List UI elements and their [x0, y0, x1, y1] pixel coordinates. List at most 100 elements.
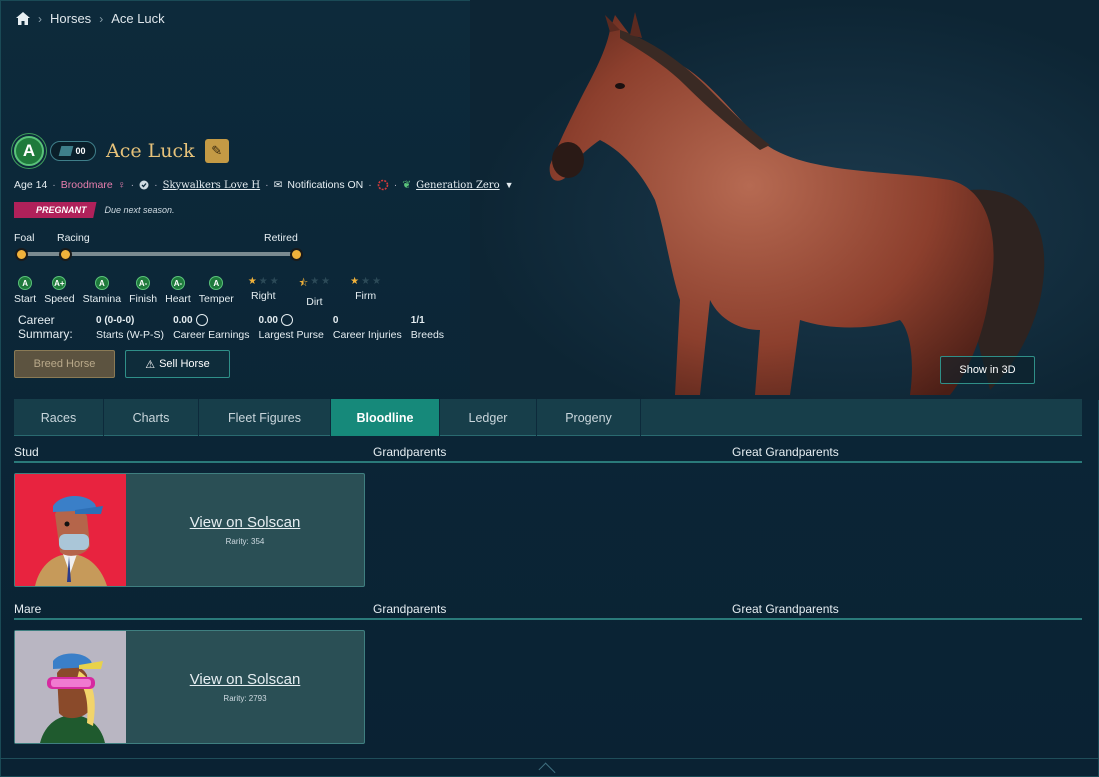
timeline-label-racing: Racing	[57, 232, 90, 244]
edit-name-button[interactable]: ✎	[204, 139, 229, 163]
grade-badge: A	[94, 276, 109, 290]
horse-3d-image	[470, 0, 1099, 400]
star-rating: ★ ★ ★	[350, 276, 381, 287]
bloodline-ring-icon	[377, 179, 389, 191]
bottom-divider	[0, 758, 1099, 759]
great-grandparents-heading: Great Grandparents	[732, 602, 839, 616]
stat-label: Start	[14, 293, 37, 305]
star-icon: ★	[372, 276, 382, 287]
career-label: Largest Purse	[258, 329, 324, 341]
career-starts: 0 (0-0-0) Starts (W-P-S)	[96, 313, 165, 342]
stats-row: A Start A+ Speed A Stamina A- Finish A- Heart…	[14, 276, 389, 308]
stud-rarity: Rarity: 354	[225, 537, 265, 546]
tab-fleet-figures[interactable]: Fleet Figures	[199, 399, 331, 436]
star-rating: ★ ★ ★	[248, 276, 279, 287]
star-rating: ⯪ ★ ★	[299, 276, 330, 293]
stat-label: Speed	[44, 293, 75, 305]
sell-horse-button[interactable]: ⚠ Sell Horse	[125, 350, 230, 378]
breadcrumb-horses[interactable]: Horses	[50, 11, 91, 26]
surface-dirt: ⯪ ★ ★ Dirt	[299, 276, 330, 308]
stat-heart: A- Heart	[165, 276, 191, 308]
notifications-status[interactable]: Notifications ON	[287, 179, 363, 191]
overall-grade-badge: A	[14, 136, 44, 166]
fleet-icon	[59, 146, 74, 156]
earnings-value: 0.00	[173, 314, 193, 326]
timeline-label-retired: Retired	[264, 232, 298, 244]
separator-dot: ·	[368, 179, 372, 191]
tab-bloodline[interactable]: Bloodline	[331, 399, 440, 436]
mare-solscan-link[interactable]: View on Solscan	[190, 671, 301, 688]
career-label: Starts (W-P-S)	[96, 329, 165, 341]
separator-dot: ·	[393, 179, 398, 191]
horse-type: Broodmare	[60, 179, 113, 191]
sprout-icon: ❦	[402, 179, 412, 191]
tab-bar: Races Charts Fleet Figures Bloodline Led…	[14, 399, 1082, 436]
star-icon: ★	[258, 276, 268, 287]
career-summary: Career Summary: 0 (0-0-0) Starts (W-P-S) …	[18, 313, 453, 341]
grandparents-heading: Grandparents	[373, 602, 447, 616]
verified-icon	[139, 180, 149, 190]
stud-section-header: Stud Grandparents Great Grandparents	[14, 445, 1082, 463]
stat-label: Stamina	[82, 293, 122, 305]
stat-label: Firm	[355, 290, 377, 302]
female-icon: ♀	[117, 179, 126, 191]
surface-right: ★ ★ ★ Right	[248, 276, 279, 308]
horse-header: A 00 Ace Luck ✎	[14, 136, 229, 166]
grandparents-heading: Grandparents	[373, 445, 447, 459]
surface-firm: ★ ★ ★ Firm	[350, 276, 381, 308]
stud-solscan-link[interactable]: View on Solscan	[190, 514, 301, 531]
career-label: Career Earnings	[173, 329, 250, 341]
tab-charts[interactable]: Charts	[104, 399, 199, 436]
horse-name: Ace Luck	[106, 140, 195, 162]
tab-races[interactable]: Races	[14, 399, 104, 436]
owner-link[interactable]: Skywalkers Love H	[163, 180, 260, 191]
tab-progeny[interactable]: Progeny	[537, 399, 641, 436]
stat-label: Temper	[198, 293, 234, 305]
pencil-icon: ✎	[211, 143, 223, 158]
mare-rarity: Rarity: 2793	[223, 694, 267, 703]
age-label: Age 14	[14, 179, 48, 191]
sell-horse-label: Sell Horse	[159, 358, 210, 370]
due-note: Due next season.	[104, 205, 175, 215]
home-icon[interactable]	[16, 12, 30, 25]
generation-link[interactable]: Generation Zero	[416, 180, 500, 191]
grade-badge: A-	[136, 276, 151, 290]
mare-card: View on Solscan Rarity: 2793	[14, 630, 365, 744]
fleet-badge-value: 00	[75, 146, 86, 156]
star-icon: ★	[247, 276, 257, 287]
stat-finish: A- Finish	[129, 276, 157, 308]
breed-horse-button[interactable]: Breed Horse	[14, 350, 115, 378]
grade-badge: A	[18, 276, 33, 290]
chevron-right-icon: ›	[99, 11, 104, 26]
career-value: 0.00	[173, 313, 249, 327]
breadcrumb-current: Ace Luck	[111, 11, 165, 26]
mare-heading: Mare	[14, 602, 42, 616]
career-value: 0.00	[259, 313, 324, 327]
grade-badge: A	[209, 276, 224, 290]
mail-icon: ✉	[273, 179, 283, 191]
career-value: 0 (0-0-0)	[96, 314, 135, 326]
mare-avatar	[15, 631, 126, 743]
career-label: Breeds	[410, 329, 445, 341]
career-value: 1/1	[410, 314, 425, 326]
career-injuries: 0 Career Injuries	[333, 313, 402, 342]
status-row: PREGNANT Due next season.	[14, 202, 175, 218]
stat-label: Heart	[165, 293, 191, 305]
coin-icon	[195, 314, 208, 326]
star-icon: ★	[269, 276, 279, 287]
separator-dot: ·	[154, 179, 158, 191]
star-icon: ★	[310, 276, 320, 287]
coin-icon	[280, 314, 293, 326]
great-grandparents-heading: Great Grandparents	[732, 445, 839, 459]
stud-heading: Stud	[14, 445, 39, 459]
life-timeline: Foal Racing Retired	[14, 232, 304, 262]
tab-ledger[interactable]: Ledger	[440, 399, 537, 436]
career-purse: 0.00 Largest Purse	[259, 313, 324, 341]
stud-card-body: View on Solscan Rarity: 354	[126, 474, 364, 586]
chevron-down-icon[interactable]: ▼	[505, 180, 514, 190]
career-earnings: 0.00 Career Earnings	[173, 313, 250, 341]
show-in-3d-button[interactable]: Show in 3D	[940, 356, 1035, 384]
star-icon: ★	[361, 276, 371, 287]
stat-stamina: A Stamina	[82, 276, 122, 308]
career-title: Career Summary:	[18, 313, 73, 341]
